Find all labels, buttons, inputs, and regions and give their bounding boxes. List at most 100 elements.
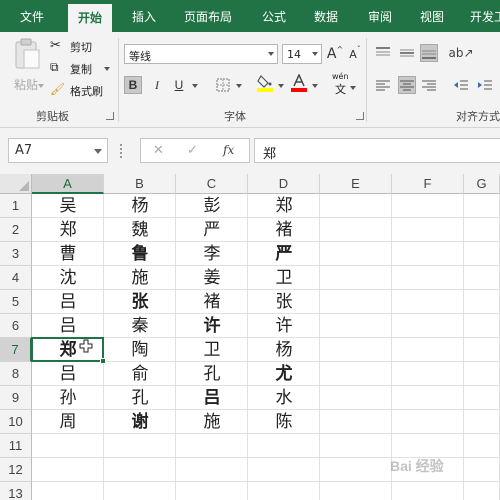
cell-b5[interactable]: 张: [104, 290, 176, 314]
fill-handle[interactable]: [100, 358, 106, 364]
cell-d7[interactable]: 杨: [248, 338, 320, 362]
row-header-7[interactable]: 7: [0, 338, 32, 362]
font-launcher-icon[interactable]: [356, 112, 364, 120]
worksheet-grid[interactable]: ABCDEFG 1 2 3 4 5 6 7 8 9 10 11 12 13 吴杨彭郑郑魏严褚曹鲁李严沈施…: [0, 174, 500, 500]
increase-indent-button[interactable]: [476, 76, 494, 94]
cell-c9[interactable]: 吕: [176, 386, 248, 410]
fill-color-button[interactable]: [256, 74, 274, 92]
chevron-down-icon[interactable]: [312, 84, 318, 88]
cell-c6[interactable]: 许: [176, 314, 248, 338]
cell-d10[interactable]: 陈: [248, 410, 320, 434]
row-header-6[interactable]: 6: [0, 314, 32, 338]
align-top-button[interactable]: [374, 44, 392, 62]
cell-a10[interactable]: 周: [32, 410, 104, 434]
formula-bar-splitter[interactable]: [120, 144, 122, 158]
cell-a9[interactable]: 孙: [32, 386, 104, 410]
orientation-button[interactable]: ab↗: [448, 44, 473, 62]
align-left-button[interactable]: [374, 76, 392, 94]
cell-b4[interactable]: 施: [104, 266, 176, 290]
tab-file[interactable]: 文件: [20, 8, 44, 25]
cell-d9[interactable]: 水: [248, 386, 320, 410]
column-header-b[interactable]: B: [104, 174, 176, 194]
cell-b1[interactable]: 杨: [104, 194, 176, 218]
cell-d1[interactable]: 郑: [248, 194, 320, 218]
cell-b2[interactable]: 魏: [104, 218, 176, 242]
align-center-button[interactable]: [398, 76, 416, 94]
check-icon[interactable]: ✓: [187, 143, 198, 158]
cell-c1[interactable]: 彭: [176, 194, 248, 218]
cell-a3[interactable]: 曹: [32, 242, 104, 266]
row-header-9[interactable]: 9: [0, 386, 32, 410]
chevron-down-icon[interactable]: [278, 84, 284, 88]
row-header-2[interactable]: 2: [0, 218, 32, 242]
row-header-13[interactable]: 13: [0, 482, 32, 500]
cell-c7[interactable]: 卫: [176, 338, 248, 362]
row-header-4[interactable]: 4: [0, 266, 32, 290]
row-header-3[interactable]: 3: [0, 242, 32, 266]
tab-data[interactable]: 数据: [314, 8, 338, 25]
column-header-g[interactable]: G: [464, 174, 500, 194]
tab-insert[interactable]: 插入: [132, 8, 156, 25]
format-painter-button[interactable]: 🖌 格式刷: [50, 82, 112, 100]
clipboard-launcher-icon[interactable]: [106, 112, 114, 120]
font-color-button[interactable]: [290, 74, 308, 92]
tab-developer[interactable]: 开发工: [470, 8, 500, 25]
cell-d3[interactable]: 严: [248, 242, 320, 266]
cell-d5[interactable]: 张: [248, 290, 320, 314]
cell-c8[interactable]: 孔: [176, 362, 248, 386]
column-header-c[interactable]: C: [176, 174, 248, 194]
cell-c3[interactable]: 李: [176, 242, 248, 266]
formula-input[interactable]: 郑: [254, 138, 500, 163]
borders-button[interactable]: [214, 76, 232, 94]
column-header-a[interactable]: A: [32, 174, 104, 194]
cell-b3[interactable]: 鲁: [104, 242, 176, 266]
font-size-select[interactable]: 14: [282, 44, 322, 64]
italic-button[interactable]: I: [148, 76, 166, 94]
align-bottom-button[interactable]: [420, 44, 438, 62]
align-middle-button[interactable]: [398, 44, 416, 62]
tab-view[interactable]: 视图: [420, 8, 444, 25]
underline-button[interactable]: U: [170, 76, 188, 94]
cell-b6[interactable]: 秦: [104, 314, 176, 338]
tab-page-layout[interactable]: 页面布局: [184, 8, 232, 25]
cell-a5[interactable]: 吕: [32, 290, 104, 314]
cell-c5[interactable]: 褚: [176, 290, 248, 314]
cell-d2[interactable]: 褚: [248, 218, 320, 242]
row-header-5[interactable]: 5: [0, 290, 32, 314]
shrink-font-button[interactable]: Aˇ: [346, 45, 364, 63]
cell-a4[interactable]: 沈: [32, 266, 104, 290]
row-header-8[interactable]: 8: [0, 362, 32, 386]
row-header-1[interactable]: 1: [0, 194, 32, 218]
cell-a2[interactable]: 郑: [32, 218, 104, 242]
column-header-d[interactable]: D: [248, 174, 320, 194]
cell-b10[interactable]: 谢: [104, 410, 176, 434]
cell-c4[interactable]: 姜: [176, 266, 248, 290]
cell-c2[interactable]: 严: [176, 218, 248, 242]
decrease-indent-button[interactable]: [452, 76, 470, 94]
cell-d4[interactable]: 卫: [248, 266, 320, 290]
cell-a1[interactable]: 吴: [32, 194, 104, 218]
column-header-f[interactable]: F: [392, 174, 464, 194]
row-header-11[interactable]: 11: [0, 434, 32, 458]
tab-review[interactable]: 审阅: [368, 8, 392, 25]
grow-font-button[interactable]: A ^: [326, 45, 344, 63]
name-box[interactable]: A7: [8, 138, 108, 163]
insert-function-icon[interactable]: fx: [223, 143, 234, 157]
tab-home[interactable]: 开始: [68, 4, 113, 32]
copy-button[interactable]: ⧉ 复制: [50, 60, 112, 78]
row-header-10[interactable]: 10: [0, 410, 32, 434]
align-right-button[interactable]: [420, 76, 438, 94]
cell-b9[interactable]: 孔: [104, 386, 176, 410]
font-name-select[interactable]: 等线: [124, 44, 278, 64]
select-all-button[interactable]: [0, 174, 32, 194]
cell-a8[interactable]: 吕: [32, 362, 104, 386]
cell-d6[interactable]: 许: [248, 314, 320, 338]
chevron-down-icon[interactable]: [236, 84, 242, 88]
paste-button[interactable]: 粘贴: [10, 38, 44, 96]
tab-formulas[interactable]: 公式: [262, 8, 286, 25]
close-icon[interactable]: ✕: [153, 143, 164, 158]
bold-button[interactable]: B: [124, 76, 142, 94]
cut-button[interactable]: ✂ 剪切: [50, 38, 110, 56]
cell-b7[interactable]: 陶: [104, 338, 176, 362]
phonetic-button[interactable]: wén 文: [330, 72, 356, 96]
